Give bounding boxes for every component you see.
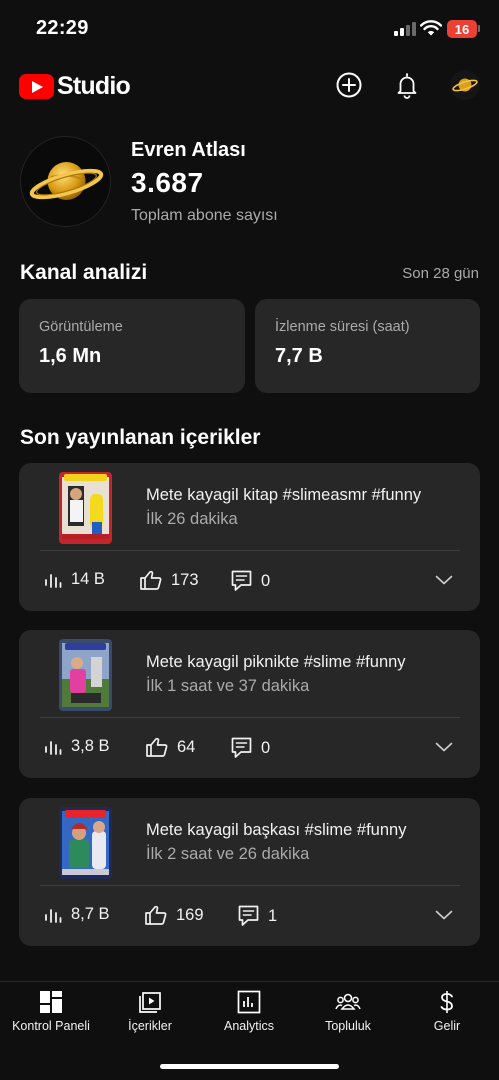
likes-count: 169: [176, 905, 204, 924]
views-bars-icon: [45, 740, 62, 755]
wifi-icon: [420, 20, 442, 36]
battery-level: 16: [454, 21, 470, 37]
battery-indicator: 16: [447, 20, 477, 38]
metric-value: 7,7 B: [275, 345, 323, 367]
views-count: 8,7 B: [71, 905, 110, 923]
earn-dollar-icon: [440, 991, 453, 1013]
likes-count: 64: [177, 737, 196, 756]
video-thumbnail[interactable]: [59, 639, 112, 711]
content-icon: [139, 992, 161, 1013]
video-thumbnail[interactable]: [59, 807, 112, 879]
views-stat: 3,8 B: [44, 737, 110, 756]
comments-count: 0: [261, 738, 271, 757]
nav-label: Kontrol Paneli: [12, 1019, 90, 1033]
youtube-play-icon: [19, 74, 54, 99]
nav-item-content[interactable]: İçerikler: [100, 990, 200, 1040]
nav-label: İçerikler: [128, 1019, 172, 1033]
nav-item-earn[interactable]: Gelir: [397, 990, 497, 1040]
nav-item-dashboard[interactable]: Kontrol Paneli: [1, 990, 101, 1040]
metric-label: İzlenme süresi (saat): [275, 319, 410, 335]
views-count: 3,8 B: [71, 737, 110, 755]
views-metric-card[interactable]: Görüntüleme 1,6 Mn: [19, 299, 245, 393]
video-card[interactable]: Mete kayagil başkası #slime #funny İlk 2…: [19, 798, 480, 946]
video-card[interactable]: Mete kayagil piknikte #slime #funny İlk …: [19, 630, 480, 778]
video-age: İlk 1 saat ve 37 dakika: [146, 677, 310, 695]
likes-count: 173: [171, 570, 199, 589]
metric-value: 1,6 Mn: [39, 345, 102, 367]
views-bars-icon: [45, 573, 62, 588]
views-stat: 8,7 B: [44, 905, 110, 924]
likes-stat: 169: [145, 905, 204, 925]
divider: [40, 717, 460, 718]
comments-stat: 0: [231, 737, 270, 759]
channel-analytics-title: Kanal analizi: [20, 261, 148, 284]
like-thumb-icon: [146, 737, 168, 757]
video-age: İlk 26 dakika: [146, 510, 238, 528]
account-avatar[interactable]: [450, 70, 480, 100]
nav-label: Analytics: [223, 1019, 275, 1033]
views-bars-icon: [45, 908, 62, 923]
chevron-down-icon[interactable]: [435, 574, 453, 586]
comments-count: 1: [268, 906, 278, 925]
logo-text: Studio: [57, 72, 131, 100]
comment-icon: [231, 737, 252, 758]
saturn-planet-icon: [29, 162, 104, 200]
video-title: Mete kayagil kitap #slimeasmr #funny: [146, 486, 422, 504]
community-icon: [335, 993, 361, 1010]
saturn-planet-icon: [452, 78, 478, 92]
recent-content-title: Son yayınlanan içerikler: [20, 426, 261, 449]
notifications-bell-icon[interactable]: [393, 71, 421, 99]
comments-stat: 0: [231, 570, 270, 592]
divider: [40, 885, 460, 886]
status-time: 22:29: [36, 17, 89, 39]
nav-item-analytics[interactable]: Analytics: [199, 990, 299, 1040]
video-card[interactable]: Mete kayagil kitap #slimeasmr #funny İlk…: [19, 463, 480, 611]
chevron-down-icon[interactable]: [435, 909, 453, 921]
views-count: 14 B: [71, 570, 105, 588]
analytics-period: Son 28 gün: [402, 265, 479, 282]
like-thumb-icon: [145, 905, 167, 925]
metric-label: Görüntüleme: [39, 319, 123, 335]
dashboard-icon: [40, 991, 62, 1013]
watch-time-metric-card[interactable]: İzlenme süresi (saat) 7,7 B: [255, 299, 480, 393]
comment-icon: [231, 570, 252, 591]
likes-stat: 64: [146, 737, 195, 757]
like-thumb-icon: [140, 570, 162, 590]
channel-name: Evren Atlası: [131, 139, 246, 161]
comments-count: 0: [261, 571, 271, 590]
comments-stat: 1: [238, 905, 277, 927]
app-header: Studio: [0, 62, 499, 110]
battery-tip: [478, 25, 480, 32]
create-add-icon[interactable]: [335, 71, 363, 99]
analytics-icon: [237, 990, 261, 1014]
nav-label: Topluluk: [325, 1019, 371, 1033]
subscriber-label: Toplam abone sayısı: [131, 207, 278, 224]
views-stat: 14 B: [44, 570, 105, 589]
chevron-down-icon[interactable]: [435, 741, 453, 753]
nav-label: Gelir: [433, 1019, 461, 1033]
cellular-signal-icon: [394, 22, 416, 36]
subscriber-count: 3.687: [131, 167, 204, 198]
channel-avatar[interactable]: [20, 136, 111, 227]
video-thumbnail[interactable]: [59, 472, 112, 544]
divider: [40, 550, 460, 551]
comment-icon: [238, 905, 259, 926]
video-title: Mete kayagil piknikte #slime #funny: [146, 653, 406, 671]
home-indicator[interactable]: [160, 1064, 339, 1069]
nav-item-community[interactable]: Topluluk: [298, 990, 398, 1040]
status-bar: 22:29 16: [0, 0, 499, 60]
likes-stat: 173: [140, 570, 199, 590]
youtube-studio-logo[interactable]: Studio: [19, 72, 131, 101]
video-age: İlk 2 saat ve 26 dakika: [146, 845, 310, 863]
video-title: Mete kayagil başkası #slime #funny: [146, 821, 407, 839]
